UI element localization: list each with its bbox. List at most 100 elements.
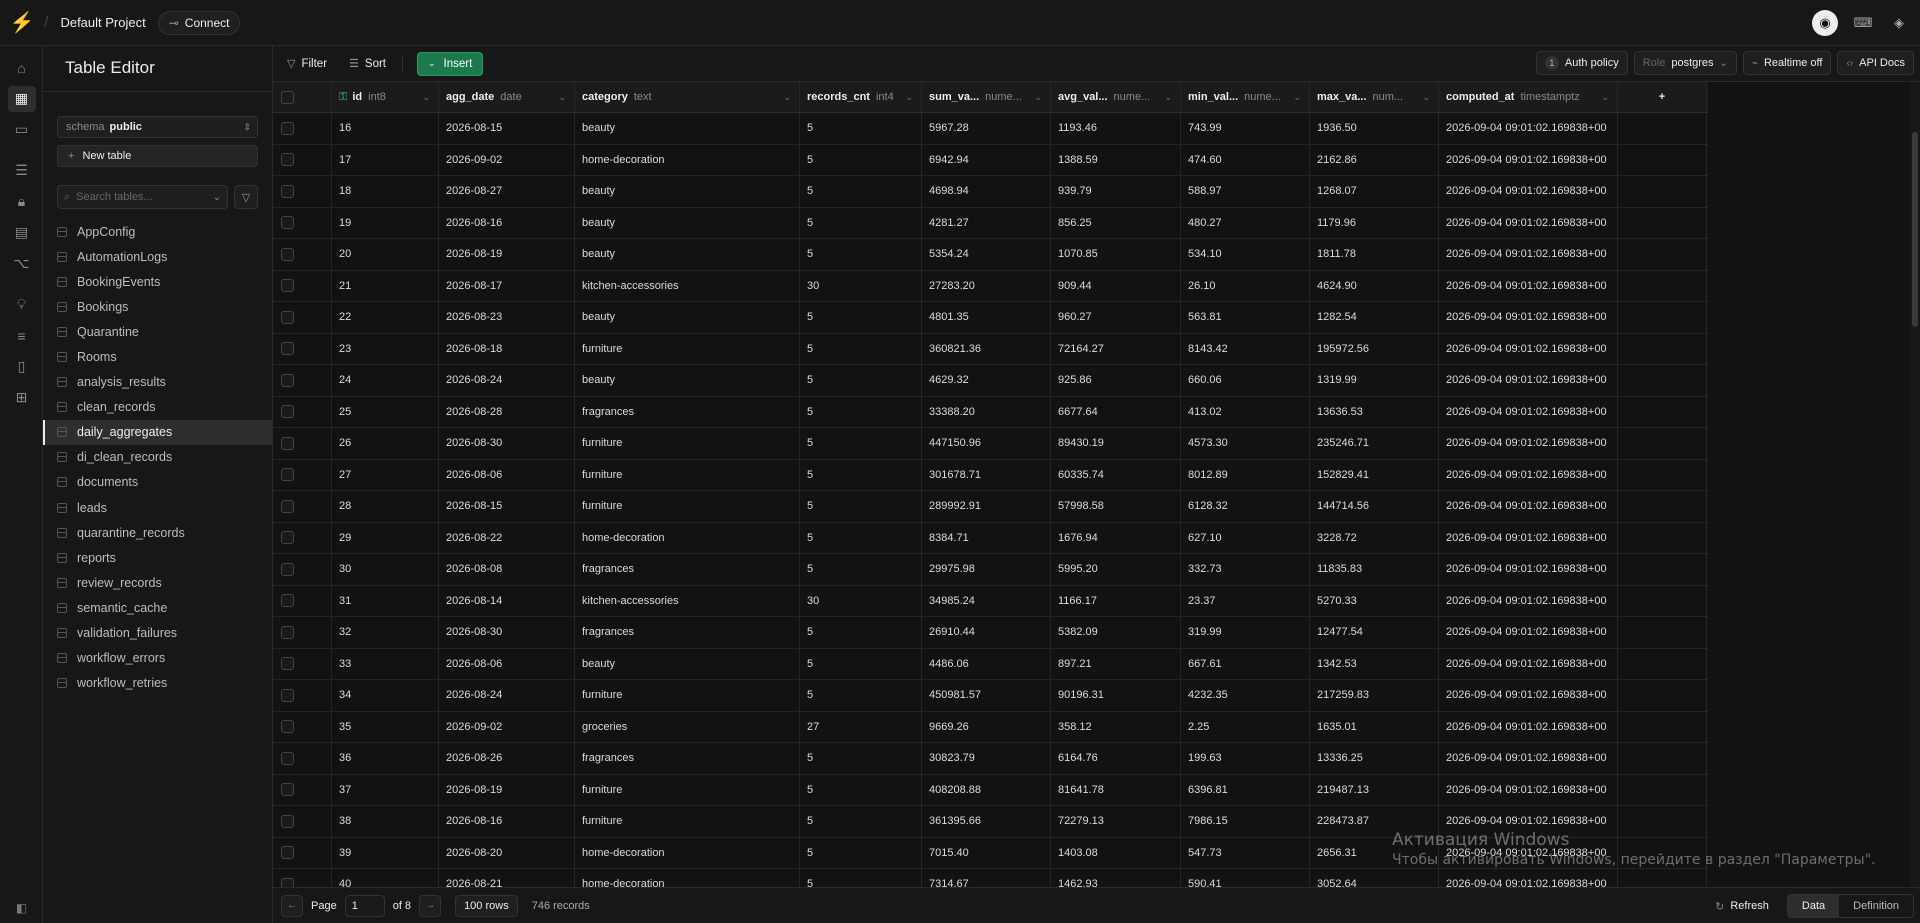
chevron-down-icon[interactable]: ⌄ [1034,92,1042,103]
sidebar-item-rooms[interactable]: Rooms [43,344,272,369]
assistant-icon[interactable]: ◈ [1888,12,1910,34]
sidebar-item-leads[interactable]: leads [43,495,272,520]
table-cell[interactable]: 6128.32 [1181,491,1310,522]
sidebar-item-workflow-retries[interactable]: workflow_retries [43,671,272,696]
add-column-button[interactable]: + [1618,82,1707,112]
table-cell[interactable]: 447150.96 [922,428,1051,459]
table-cell[interactable]: beauty [575,239,800,270]
table-cell[interactable]: 2026-09-04 09:01:02.169838+00 [1439,207,1618,238]
table-cell[interactable]: furniture [575,680,800,711]
table-cell[interactable]: 199.63 [1181,743,1310,774]
table-cell[interactable]: 319.99 [1181,617,1310,648]
table-cell[interactable]: 2026-09-04 09:01:02.169838+00 [1439,239,1618,270]
search-tables-input[interactable]: ⌕ Search tables... ⌄ [57,185,228,209]
table-cell[interactable]: 30 [800,585,922,616]
table-cell[interactable]: 5 [800,554,922,585]
table-cell[interactable]: 2026-09-04 09:01:02.169838+00 [1439,774,1618,805]
insert-button[interactable]: ⌄ Insert [417,51,484,76]
database-icon[interactable]: ☰ [0,155,43,186]
table-cell[interactable]: 72279.13 [1051,806,1181,837]
scrollbar-thumb[interactable] [1912,132,1918,327]
table-cell[interactable]: 2026-08-06 [439,459,575,490]
new-table-button[interactable]: + New table [57,145,258,167]
table-cell[interactable]: 5 [800,428,922,459]
table-cell[interactable]: 6677.64 [1051,396,1181,427]
table-cell[interactable]: 358.12 [1051,711,1181,742]
table-cell[interactable]: 5995.20 [1051,554,1181,585]
table-row[interactable]: 30 2026-08-08 fragrances 5 29975.98 5995.20 33… [273,554,1708,586]
table-cell[interactable]: 289992.91 [922,491,1051,522]
user-avatar-icon[interactable]: ◉ [1812,10,1838,36]
row-checkbox[interactable] [281,625,294,639]
sidebar-item-clean-records[interactable]: clean_records [43,395,272,420]
table-cell[interactable]: 2026-08-30 [439,428,575,459]
table-cell[interactable]: 4573.30 [1181,428,1310,459]
table-row[interactable]: 36 2026-08-26 fragrances 5 30823.79 6164.76 19… [273,743,1708,775]
table-cell[interactable]: 2026-09-04 09:01:02.169838+00 [1439,743,1618,774]
table-cell[interactable]: 2026-09-04 09:01:02.169838+00 [1439,302,1618,333]
table-cell[interactable]: 2026-09-04 09:01:02.169838+00 [1439,428,1618,459]
collapse-sidebar-icon[interactable]: ◧ [0,901,43,915]
table-cell[interactable]: 2026-08-28 [439,396,575,427]
sidebar-item-analysis-results[interactable]: analysis_results [43,370,272,395]
filter-button[interactable]: ▽ Filter [287,57,327,71]
table-row[interactable]: 37 2026-08-19 furniture 5 408208.88 81641.78 6… [273,774,1708,806]
table-cell[interactable]: beauty [575,176,800,207]
table-row[interactable]: 32 2026-08-30 fragrances 5 26910.44 5382.09 31… [273,617,1708,649]
chevron-down-icon[interactable]: ⌄ [905,92,913,103]
table-cell[interactable]: 5 [800,396,922,427]
table-cell[interactable]: 2026-09-04 09:01:02.169838+00 [1439,113,1618,144]
sidebar-item-review-records[interactable]: review_records [43,570,272,595]
table-cell[interactable]: 1635.01 [1310,711,1439,742]
logs-icon[interactable]: ≡ [0,320,43,351]
table-cell[interactable]: 20 [332,239,439,270]
table-cell[interactable]: 5382.09 [1051,617,1181,648]
table-cell[interactable]: 5 [800,743,922,774]
table-cell[interactable]: 19 [332,207,439,238]
table-cell[interactable]: 7015.40 [922,837,1051,868]
table-cell[interactable]: 2026-08-24 [439,680,575,711]
table-row[interactable]: 22 2026-08-23 beauty 5 4801.35 960.27 563.81 12… [273,302,1708,334]
table-cell[interactable]: 939.79 [1051,176,1181,207]
row-checkbox[interactable] [281,216,294,230]
table-cell[interactable]: 27 [800,711,922,742]
table-cell[interactable]: 2026-08-17 [439,270,575,301]
auth-policy-button[interactable]: 1 Auth policy [1535,51,1628,75]
table-cell[interactable]: 217259.83 [1310,680,1439,711]
table-cell[interactable]: 28 [332,491,439,522]
table-cell[interactable]: 5270.33 [1310,585,1439,616]
table-cell[interactable]: 1319.99 [1310,365,1439,396]
column-header-max-va[interactable]: max_va... num... ⌄ [1310,82,1439,112]
table-cell[interactable]: 960.27 [1051,302,1181,333]
table-row[interactable]: 31 2026-08-14 kitchen-accessories 30 34985.2… [273,585,1708,617]
table-cell[interactable]: 5 [800,806,922,837]
table-cell[interactable]: 23.37 [1181,585,1310,616]
refresh-button[interactable]: ↻ Refresh [1715,900,1769,913]
table-cell[interactable]: 474.60 [1181,144,1310,175]
table-cell[interactable]: 32 [332,617,439,648]
table-cell[interactable]: 1936.50 [1310,113,1439,144]
table-cell[interactable]: beauty [575,365,800,396]
tab-data[interactable]: Data [1787,895,1840,917]
tab-definition[interactable]: Definition [1839,895,1913,917]
row-checkbox[interactable] [281,783,294,797]
table-cell[interactable]: home-decoration [575,144,800,175]
table-cell[interactable]: 2026-08-23 [439,302,575,333]
table-cell[interactable]: 408208.88 [922,774,1051,805]
table-cell[interactable]: 2026-08-22 [439,522,575,553]
sidebar-item-workflow-errors[interactable]: workflow_errors [43,646,272,671]
table-cell[interactable]: 1166.17 [1051,585,1181,616]
table-cell[interactable]: 8384.71 [922,522,1051,553]
table-cell[interactable]: 39 [332,837,439,868]
table-cell[interactable]: furniture [575,491,800,522]
column-header-computed-at[interactable]: computed_at timestamptz ⌄ [1439,82,1618,112]
table-cell[interactable]: 13636.53 [1310,396,1439,427]
row-checkbox[interactable] [281,562,294,576]
row-checkbox[interactable] [281,373,294,387]
table-cell[interactable]: 2026-08-19 [439,239,575,270]
row-checkbox[interactable] [281,468,294,482]
table-cell[interactable]: 89430.19 [1051,428,1181,459]
table-row[interactable]: 26 2026-08-30 furniture 5 447150.96 89430.19 4… [273,428,1708,460]
table-cell[interactable]: 2162.86 [1310,144,1439,175]
table-cell[interactable]: 2026-08-19 [439,774,575,805]
